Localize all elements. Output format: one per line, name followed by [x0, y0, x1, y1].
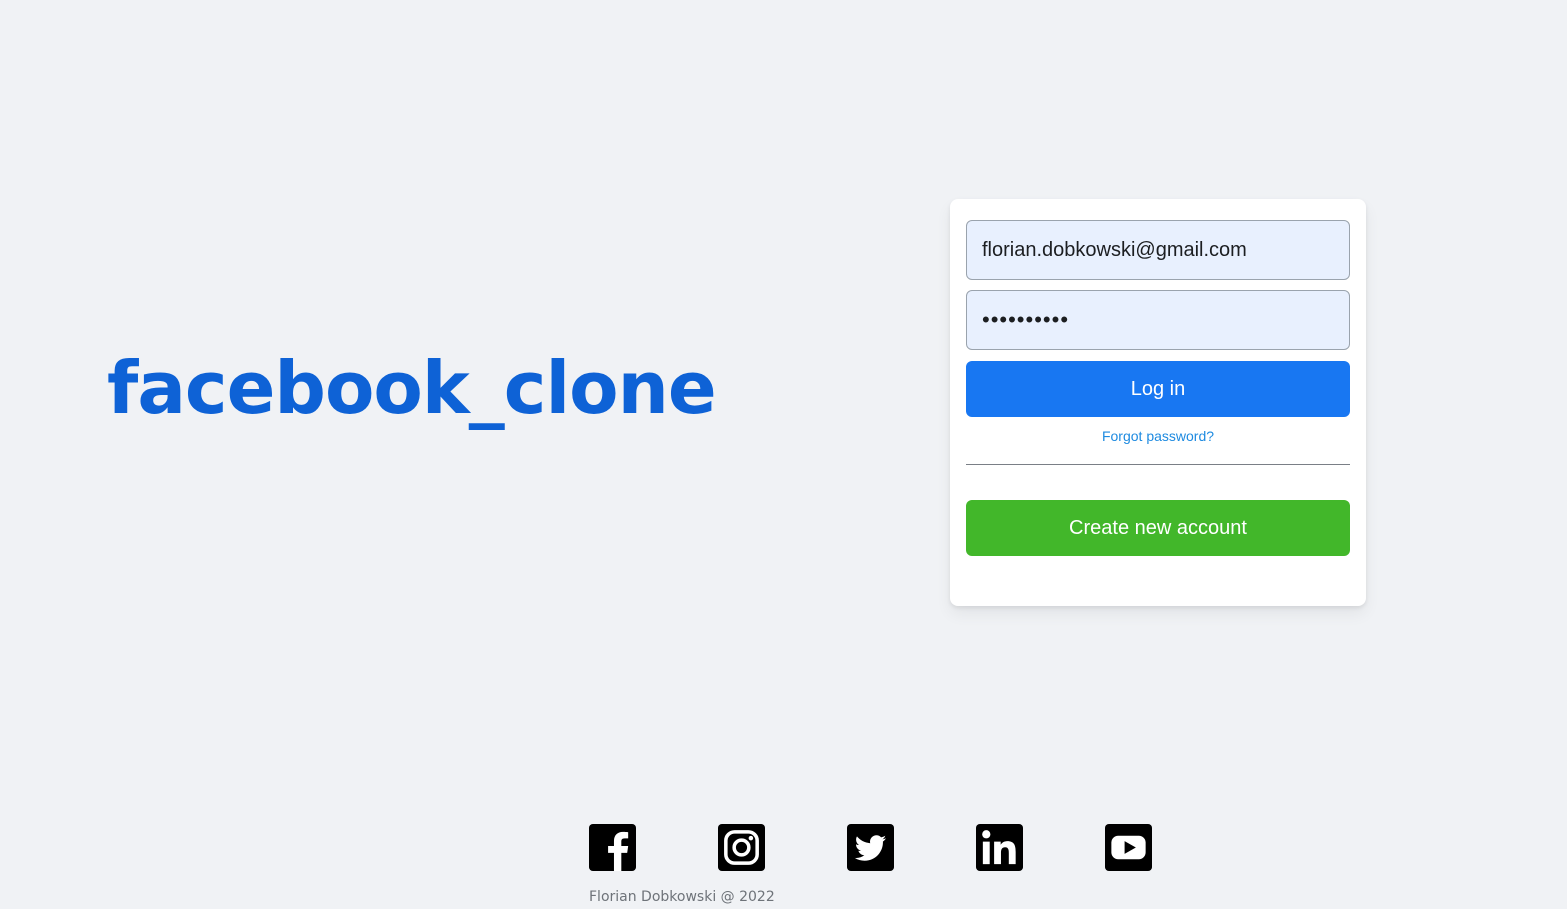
email-input[interactable]	[966, 220, 1350, 280]
create-account-button[interactable]: Create new account	[966, 500, 1350, 556]
twitter-link[interactable]	[847, 824, 894, 871]
twitter-icon	[847, 824, 894, 871]
linkedin-link[interactable]	[976, 824, 1023, 871]
forgot-password-link[interactable]: Forgot password?	[966, 428, 1350, 444]
social-links	[589, 824, 1152, 871]
app-logo: facebook_clone	[107, 346, 717, 430]
instagram-link[interactable]	[718, 824, 765, 871]
facebook-link[interactable]	[589, 824, 636, 871]
youtube-icon	[1105, 824, 1152, 871]
youtube-link[interactable]	[1105, 824, 1152, 871]
facebook-icon	[589, 824, 636, 871]
footer-copyright: Florian Dobkowski @ 2022	[589, 889, 775, 905]
login-page: facebook_clone •••••••••• Log in Forgot …	[0, 0, 1567, 909]
login-card: •••••••••• Log in Forgot password? Creat…	[950, 199, 1366, 606]
password-input[interactable]: ••••••••••	[966, 290, 1350, 350]
linkedin-icon	[976, 824, 1023, 871]
login-button[interactable]: Log in	[966, 361, 1350, 417]
divider	[966, 464, 1350, 465]
instagram-icon	[718, 824, 765, 871]
